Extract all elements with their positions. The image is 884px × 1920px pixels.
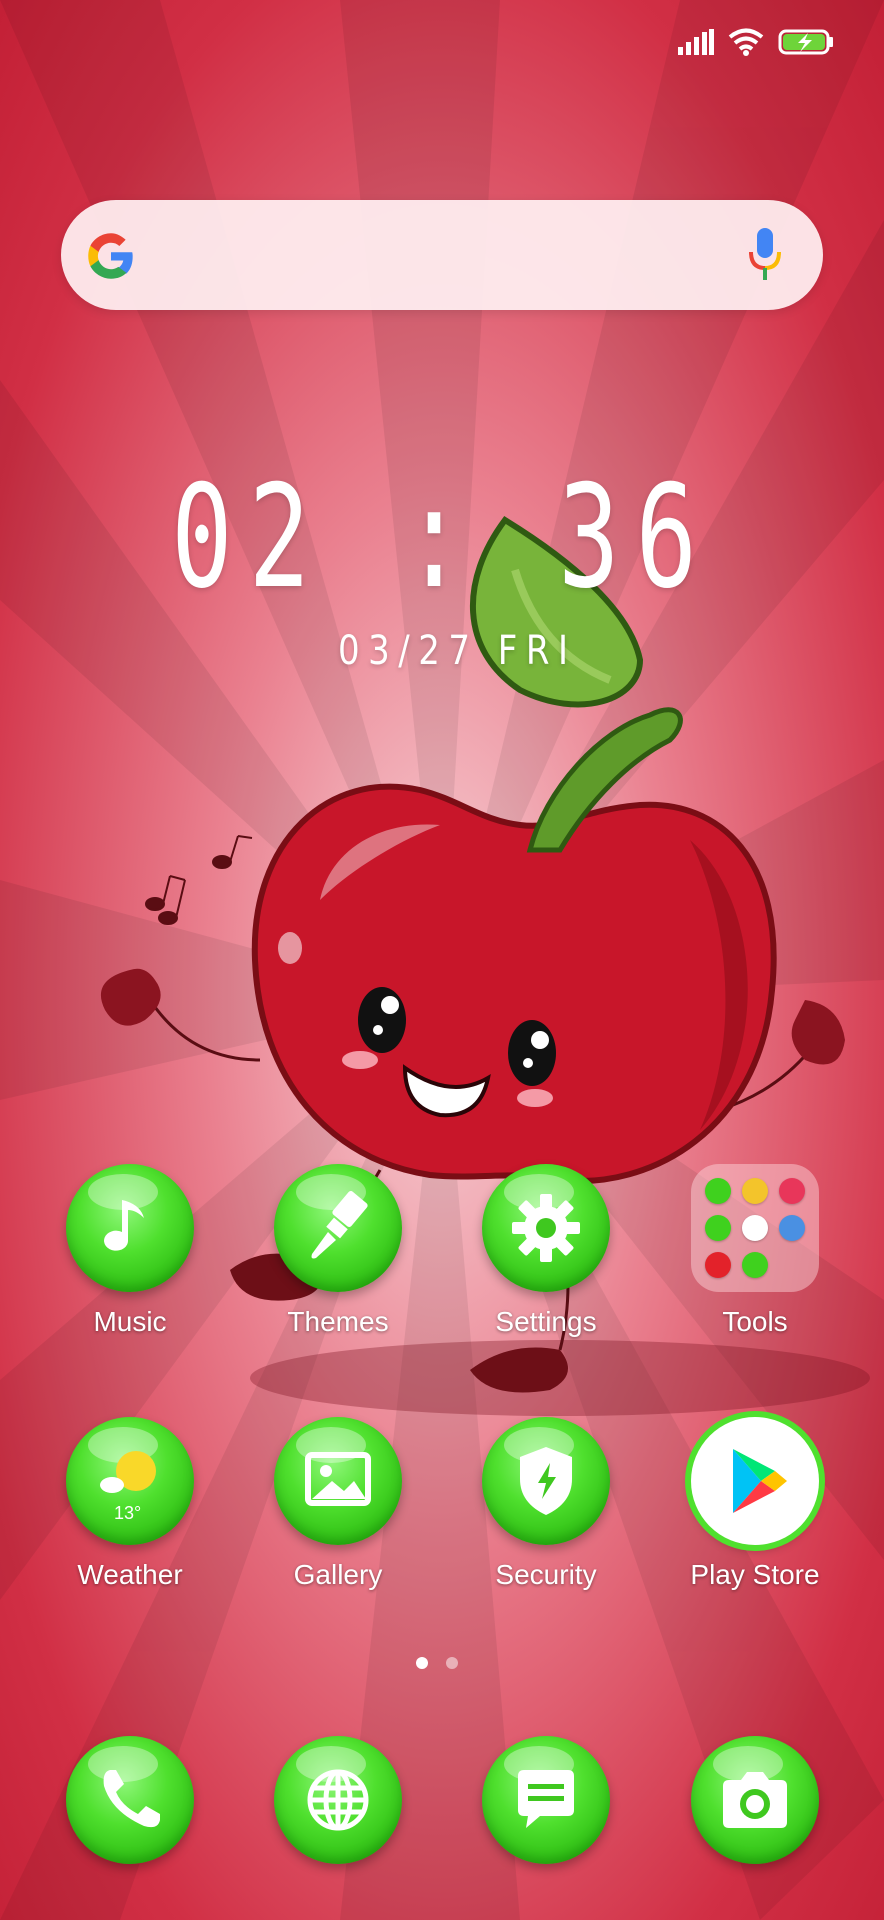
message-icon [482, 1736, 610, 1864]
app-label: Gallery [293, 1559, 383, 1590]
clock-time[interactable]: 02 : 36 [124, 455, 760, 620]
folder-tools[interactable]: Tools [660, 1164, 850, 1338]
phone-icon [66, 1736, 194, 1864]
image-icon [274, 1417, 402, 1545]
app-music[interactable]: Music [35, 1164, 225, 1338]
app-themes[interactable]: Themes [243, 1164, 433, 1338]
weather-icon: 13° [66, 1417, 194, 1545]
app-gallery[interactable]: Gallery [243, 1417, 433, 1591]
page-dot[interactable] [446, 1657, 458, 1669]
app-play-store[interactable]: Play Store [660, 1417, 850, 1591]
app-weather[interactable]: 13° Weather [35, 1417, 225, 1591]
app-settings[interactable]: Settings [451, 1164, 641, 1338]
globe-icon [274, 1736, 402, 1864]
app-label: Themes [287, 1306, 389, 1337]
gear-icon [482, 1164, 610, 1292]
weather-temp: 13° [114, 1503, 142, 1523]
clock-date[interactable]: 03/27 FRI [338, 628, 577, 674]
dock-camera[interactable] [660, 1736, 850, 1864]
shield-icon [482, 1417, 610, 1545]
page-dot-active[interactable] [416, 1657, 428, 1669]
app-label: Tools [722, 1306, 788, 1337]
dock-messaging[interactable] [451, 1736, 641, 1864]
paintbrush-icon [274, 1164, 402, 1292]
dock-browser[interactable] [243, 1736, 433, 1864]
app-security[interactable]: Security [451, 1417, 641, 1591]
mic-icon[interactable] [747, 226, 783, 282]
camera-icon [691, 1736, 819, 1864]
google-search-bar[interactable] [61, 200, 823, 310]
music-note-icon [66, 1164, 194, 1292]
folder-icon [691, 1164, 819, 1292]
app-label: Weather [77, 1559, 183, 1590]
app-label: Music [93, 1306, 167, 1337]
dock-phone[interactable] [35, 1736, 225, 1864]
app-label: Settings [495, 1306, 597, 1337]
wifi-icon [728, 28, 764, 56]
signal-icon [678, 29, 714, 55]
app-label: Play Store [690, 1559, 820, 1590]
page-indicator [416, 1657, 458, 1669]
play-store-icon [691, 1417, 819, 1545]
app-label: Security [495, 1559, 597, 1590]
battery-charging-icon [778, 29, 833, 55]
status-bar [678, 22, 834, 62]
google-g-icon [88, 233, 133, 279]
